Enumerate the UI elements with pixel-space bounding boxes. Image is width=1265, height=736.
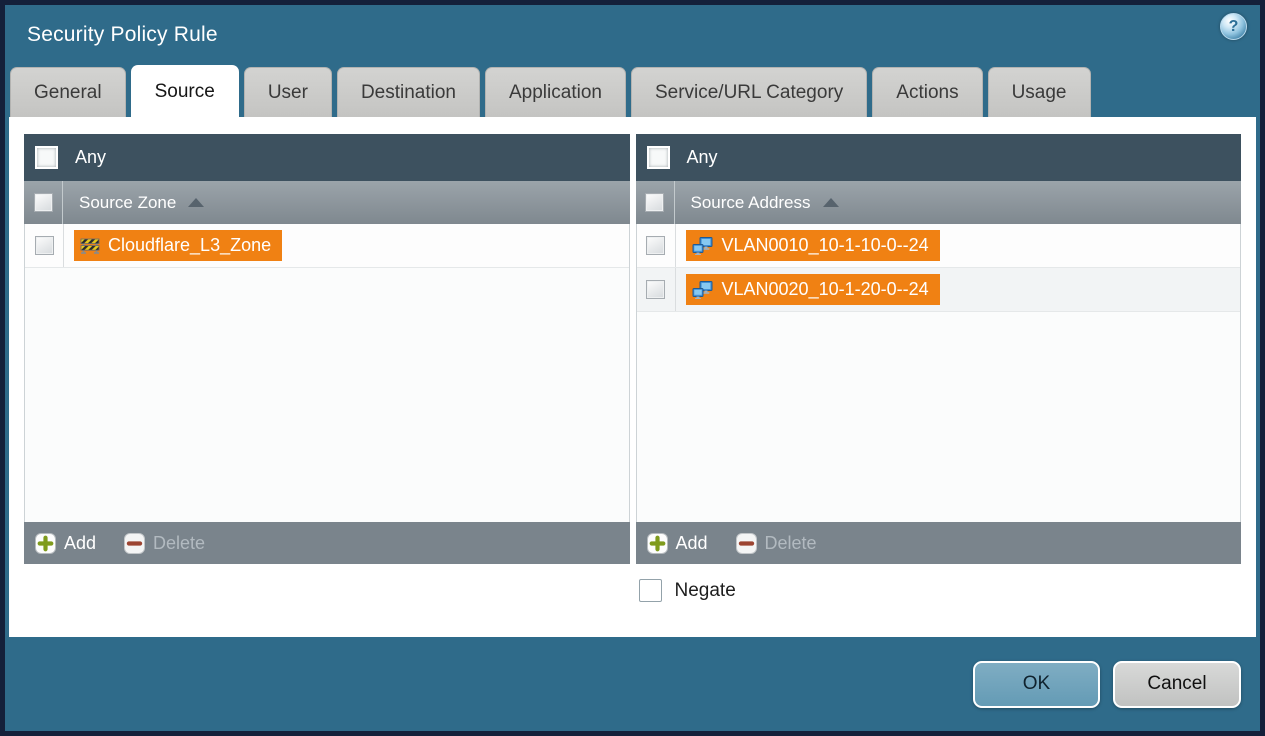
source-zone-any-row: Any xyxy=(24,134,630,181)
source-address-any-row: Any xyxy=(635,134,1241,181)
dialog-footer: OK Cancel xyxy=(5,637,1260,731)
zone-tag-label: Cloudflare_L3_Zone xyxy=(108,235,272,255)
source-address-select-all-checkbox[interactable] xyxy=(645,193,664,212)
source-address-list: VLAN0010_10-1-10-0--24 VLAN0020_10-1-20-… xyxy=(635,224,1241,522)
help-glyph: ? xyxy=(1228,17,1239,35)
address-tag[interactable]: VLAN0020_10-1-20-0--24 xyxy=(685,274,940,305)
row-checkbox[interactable] xyxy=(646,280,665,299)
source-address-any-label: Any xyxy=(686,147,718,167)
table-row[interactable]: VLAN0020_10-1-20-0--24 xyxy=(636,268,1240,312)
tab-application[interactable]: Application xyxy=(485,67,626,117)
add-button-label: Add xyxy=(64,532,97,553)
source-zone-header-checkbox-cell xyxy=(24,181,63,224)
source-tab-content: Any Source Zone Cloudflare_L3_Zone Add D… xyxy=(9,117,1256,637)
source-zone-select-all-checkbox[interactable] xyxy=(33,193,53,212)
row-checkbox-cell xyxy=(637,224,676,267)
address-icon xyxy=(692,280,712,299)
row-checkbox[interactable] xyxy=(34,236,54,255)
security-policy-rule-dialog: Security Policy Rule ? General Source Us… xyxy=(0,0,1265,736)
source-address-toolbar: Add Delete xyxy=(635,522,1241,564)
source-zone-any-checkbox[interactable] xyxy=(35,146,58,169)
sort-ascending-icon xyxy=(822,198,839,207)
ok-button[interactable]: OK xyxy=(973,660,1100,708)
source-zone-any-label: Any xyxy=(75,147,107,167)
source-zone-toolbar: Add Delete xyxy=(24,522,630,564)
tab-destination[interactable]: Destination xyxy=(336,67,480,117)
dialog-titlebar: Security Policy Rule ? xyxy=(5,5,1260,65)
delete-button-label: Delete xyxy=(153,532,206,553)
source-zone-list: Cloudflare_L3_Zone xyxy=(24,224,630,522)
negate-spacer xyxy=(24,579,630,602)
delete-button-label: Delete xyxy=(764,532,817,553)
row-checkbox[interactable] xyxy=(646,236,665,255)
delete-minus-icon xyxy=(124,532,146,554)
add-plus-icon xyxy=(35,532,56,554)
tab-service-url-category[interactable]: Service/URL Category xyxy=(630,67,868,117)
sort-ascending-icon xyxy=(188,198,205,207)
delete-minus-icon xyxy=(735,532,757,554)
tab-source[interactable]: Source xyxy=(130,65,239,117)
negate-control: Negate xyxy=(636,579,1242,602)
cancel-button[interactable]: Cancel xyxy=(1113,660,1241,708)
tab-user[interactable]: User xyxy=(243,67,332,117)
tab-bar: General Source User Destination Applicat… xyxy=(5,65,1260,117)
source-address-panel: Any Source Address VLAN0010_10-1-10-0--2… xyxy=(635,134,1241,564)
add-button-label: Add xyxy=(675,532,708,553)
dialog-title: Security Policy Rule xyxy=(27,23,218,46)
address-tag-label: VLAN0020_10-1-20-0--24 xyxy=(721,279,929,299)
source-zone-panel: Any Source Zone Cloudflare_L3_Zone Add D… xyxy=(24,134,630,564)
source-address-header-checkbox-cell xyxy=(636,181,675,224)
tab-usage[interactable]: Usage xyxy=(987,67,1091,117)
negate-row: Negate xyxy=(24,579,1241,602)
table-row[interactable]: VLAN0010_10-1-10-0--24 xyxy=(636,224,1240,268)
source-address-any-checkbox[interactable] xyxy=(646,146,670,169)
add-button[interactable]: Add xyxy=(35,532,97,554)
tab-general[interactable]: General xyxy=(10,67,126,117)
add-button[interactable]: Add xyxy=(646,532,708,554)
tab-actions[interactable]: Actions xyxy=(872,67,983,117)
source-panels: Any Source Zone Cloudflare_L3_Zone Add D… xyxy=(24,134,1241,564)
help-icon[interactable]: ? xyxy=(1220,13,1247,40)
address-icon xyxy=(692,236,712,255)
address-tag[interactable]: VLAN0010_10-1-10-0--24 xyxy=(685,230,940,261)
address-tag-label: VLAN0010_10-1-10-0--24 xyxy=(721,235,929,255)
delete-button[interactable]: Delete xyxy=(735,532,817,554)
row-checkbox-cell xyxy=(637,268,676,311)
source-zone-column-header-row: Source Zone xyxy=(24,181,630,224)
negate-checkbox[interactable] xyxy=(638,579,662,602)
add-plus-icon xyxy=(646,532,668,554)
source-address-column-header-row: Source Address xyxy=(635,181,1241,224)
row-checkbox-cell xyxy=(25,224,64,267)
delete-button[interactable]: Delete xyxy=(124,532,206,554)
negate-label: Negate xyxy=(674,579,736,601)
table-row[interactable]: Cloudflare_L3_Zone xyxy=(25,224,629,268)
zone-icon xyxy=(80,238,100,254)
source-zone-column-header[interactable]: Source Zone xyxy=(79,193,176,213)
zone-tag[interactable]: Cloudflare_L3_Zone xyxy=(74,230,283,261)
source-address-column-header[interactable]: Source Address xyxy=(691,193,811,213)
